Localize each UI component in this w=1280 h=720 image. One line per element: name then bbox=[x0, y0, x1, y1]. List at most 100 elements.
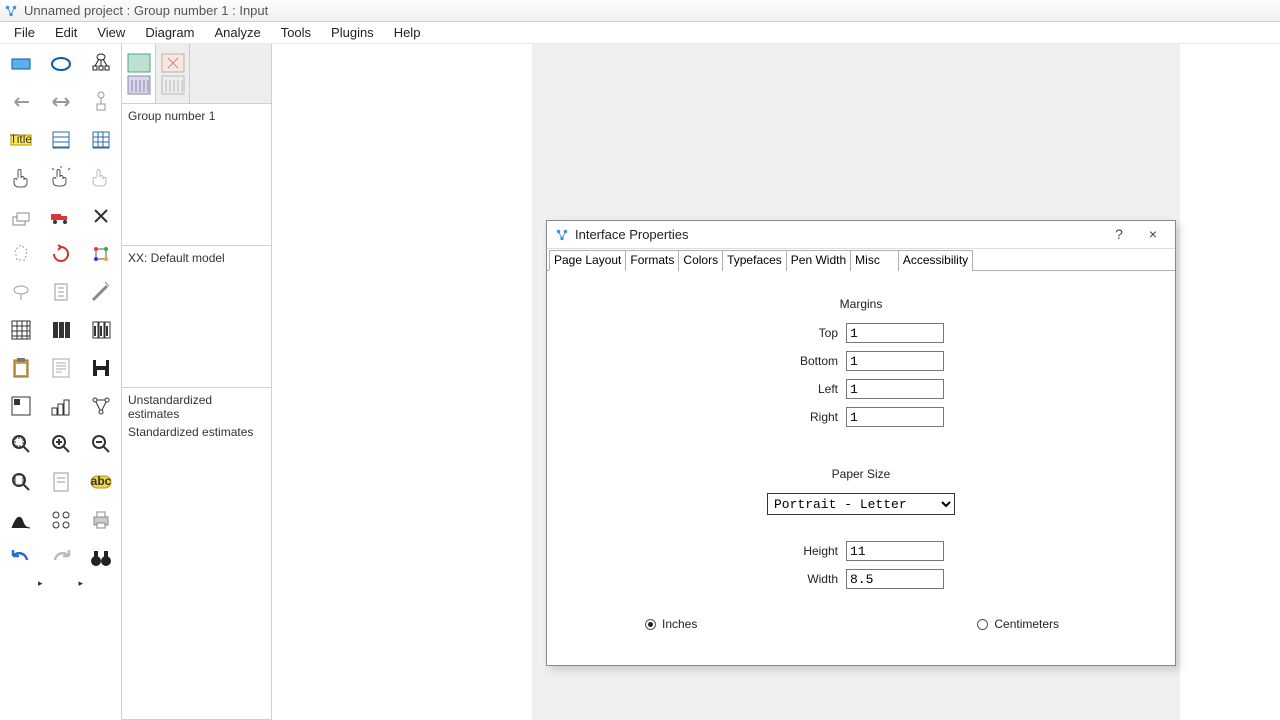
obj-props-icon bbox=[9, 394, 33, 418]
window-title: Unnamed project : Group number 1 : Input bbox=[24, 3, 268, 18]
dialog-title: Interface Properties bbox=[575, 227, 1099, 242]
model-item[interactable]: XX: Default model bbox=[128, 249, 265, 267]
units-cm-radio[interactable]: Centimeters bbox=[977, 617, 1059, 631]
tool-zoom-page[interactable] bbox=[2, 464, 40, 500]
margin-top-input[interactable] bbox=[846, 323, 944, 343]
tab-pen-width[interactable]: Pen Width bbox=[787, 250, 851, 271]
tab-formats[interactable]: Formats bbox=[626, 250, 679, 271]
tool-zoom-out[interactable] bbox=[82, 426, 120, 462]
paper-height-label: Height bbox=[778, 544, 838, 558]
tool-latent[interactable] bbox=[82, 46, 120, 82]
tool-dataset-vars[interactable] bbox=[82, 122, 120, 158]
group-item[interactable]: Group number 1 bbox=[128, 107, 265, 125]
tool-loupe[interactable]: abc bbox=[82, 464, 120, 500]
paper-height-input[interactable] bbox=[846, 541, 944, 561]
margin-bottom-input[interactable] bbox=[846, 351, 944, 371]
tool-analysis-props[interactable] bbox=[42, 312, 80, 348]
tool-move-param[interactable] bbox=[2, 274, 40, 310]
tool-calc-estimates[interactable] bbox=[82, 312, 120, 348]
tab-accessibility[interactable]: Accessibility bbox=[899, 250, 973, 271]
shape-icon bbox=[9, 242, 33, 266]
margin-top-label: Top bbox=[778, 326, 838, 340]
tool-text-output[interactable] bbox=[42, 350, 80, 386]
tool-scroll[interactable] bbox=[42, 274, 80, 310]
tab-page-layout[interactable]: Page Layout bbox=[549, 250, 626, 271]
margin-left-input[interactable] bbox=[846, 379, 944, 399]
tool-spec-search[interactable] bbox=[82, 540, 120, 576]
erase-icon bbox=[89, 204, 113, 228]
tool-zoom-in[interactable] bbox=[42, 426, 80, 462]
paper-size-select[interactable]: Portrait - Letter bbox=[767, 493, 955, 515]
radio-off-icon bbox=[977, 619, 988, 630]
tool-rectangle[interactable] bbox=[2, 46, 40, 82]
tool-shape-change[interactable] bbox=[2, 236, 40, 272]
menu-edit[interactable]: Edit bbox=[45, 23, 87, 42]
menu-tools[interactable]: Tools bbox=[271, 23, 321, 42]
toolbox: Title bbox=[0, 44, 122, 720]
panel-models: XX: Default model bbox=[122, 246, 271, 388]
reflect-icon bbox=[89, 242, 113, 266]
panel-tab-input[interactable] bbox=[122, 44, 156, 103]
tool-redo[interactable] bbox=[42, 540, 80, 576]
canvas-area[interactable]: Interface Properties ? × Page Layout For… bbox=[272, 44, 1280, 720]
dialog-body: Margins Top Bottom Left Right Paper bbox=[547, 271, 1175, 647]
tab-colors[interactable]: Colors bbox=[679, 250, 723, 271]
input-tab-icon bbox=[126, 52, 152, 96]
tool-object-props[interactable] bbox=[2, 388, 40, 424]
drawing-canvas[interactable] bbox=[272, 44, 532, 720]
tool-clipboard[interactable] bbox=[2, 350, 40, 386]
tool-arrow-left[interactable] bbox=[2, 84, 40, 120]
panel-tab-output[interactable] bbox=[156, 44, 190, 103]
estimates-std[interactable]: Standardized estimates bbox=[128, 423, 265, 441]
app-icon bbox=[4, 4, 18, 18]
tool-zoom-area[interactable] bbox=[2, 426, 40, 462]
tool-touch-up[interactable] bbox=[82, 274, 120, 310]
tool-erase[interactable] bbox=[82, 198, 120, 234]
tool-ellipse[interactable] bbox=[42, 46, 80, 82]
tool-deselect[interactable] bbox=[82, 160, 120, 196]
clipboard-icon bbox=[9, 356, 33, 380]
tool-title[interactable]: Title bbox=[2, 122, 40, 158]
tool-page-prev[interactable]: ▸ bbox=[38, 578, 43, 596]
menu-file[interactable]: File bbox=[4, 23, 45, 42]
menu-analyze[interactable]: Analyze bbox=[204, 23, 270, 42]
tool-list-vars[interactable] bbox=[42, 122, 80, 158]
tool-drag-props[interactable] bbox=[42, 388, 80, 424]
tool-error[interactable] bbox=[82, 84, 120, 120]
dialog-help-button[interactable]: ? bbox=[1105, 225, 1133, 245]
menu-diagram[interactable]: Diagram bbox=[135, 23, 204, 42]
tool-reflect[interactable] bbox=[82, 236, 120, 272]
error-var-icon bbox=[89, 90, 113, 114]
tab-misc[interactable]: Misc bbox=[851, 250, 899, 271]
wand-icon bbox=[89, 280, 113, 304]
tool-bayesian[interactable] bbox=[2, 502, 40, 538]
tool-select-all[interactable] bbox=[42, 160, 80, 196]
menu-view[interactable]: View bbox=[87, 23, 135, 42]
tab-typefaces[interactable]: Typefaces bbox=[723, 250, 787, 271]
tool-multi-group[interactable] bbox=[42, 502, 80, 538]
tool-arrow-both[interactable] bbox=[42, 84, 80, 120]
dialog-close-button[interactable]: × bbox=[1139, 225, 1167, 245]
tool-duplicate[interactable] bbox=[2, 198, 40, 234]
menu-plugins[interactable]: Plugins bbox=[321, 23, 384, 42]
tool-print[interactable] bbox=[82, 502, 120, 538]
hand-all-icon bbox=[49, 166, 73, 190]
tool-move[interactable] bbox=[42, 198, 80, 234]
margin-left-label: Left bbox=[778, 382, 838, 396]
dialog-titlebar[interactable]: Interface Properties ? × bbox=[547, 221, 1175, 249]
tool-page-next[interactable]: ▸ bbox=[78, 578, 83, 596]
dialog-icon bbox=[555, 228, 569, 242]
tool-select-one[interactable] bbox=[2, 160, 40, 196]
binoculars-icon bbox=[89, 546, 113, 570]
margin-right-input[interactable] bbox=[846, 407, 944, 427]
tool-undo[interactable] bbox=[2, 540, 40, 576]
paper-width-input[interactable] bbox=[846, 569, 944, 589]
tool-save[interactable] bbox=[82, 350, 120, 386]
units-inches-radio[interactable]: Inches bbox=[645, 617, 697, 631]
estimates-unstd[interactable]: Unstandardized estimates bbox=[128, 391, 265, 423]
tool-fit-page[interactable] bbox=[42, 464, 80, 500]
tool-rotate[interactable] bbox=[42, 236, 80, 272]
tool-preserve-sym[interactable] bbox=[82, 388, 120, 424]
menu-help[interactable]: Help bbox=[384, 23, 431, 42]
tool-data-tables[interactable] bbox=[2, 312, 40, 348]
